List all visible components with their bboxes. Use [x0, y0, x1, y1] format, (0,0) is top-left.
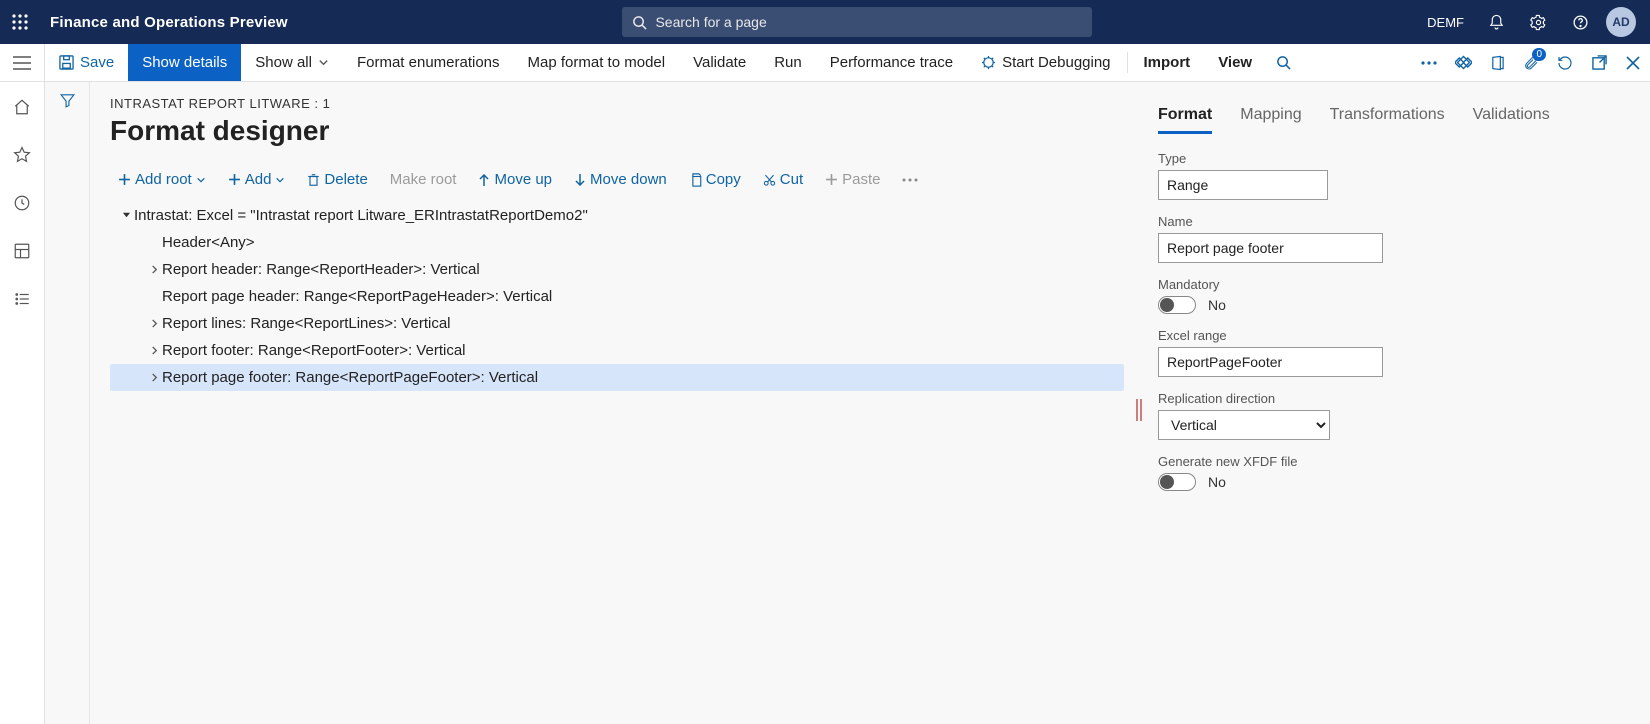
type-label: Type — [1158, 151, 1634, 166]
global-search-placeholder: Search for a page — [655, 14, 766, 30]
tree-row-label: Report page header: Range<ReportPageHead… — [162, 288, 552, 305]
tab-format[interactable]: Format — [1158, 100, 1212, 134]
name-label: Name — [1158, 214, 1634, 229]
overflow-icon[interactable] — [1412, 44, 1446, 81]
tree-row[interactable]: Report lines: Range<ReportLines>: Vertic… — [110, 310, 1124, 337]
map-format-to-model-button[interactable]: Map format to model — [514, 44, 680, 81]
tree-row-label: Intrastat: Excel = "Intrastat report Lit… — [134, 207, 588, 224]
global-header: Finance and Operations Preview Search fo… — [0, 0, 1650, 44]
make-root-button: Make root — [382, 167, 465, 192]
tree-row-label: Report lines: Range<ReportLines>: Vertic… — [162, 315, 451, 332]
type-field[interactable]: Range — [1158, 170, 1328, 200]
performance-trace-button[interactable]: Performance trace — [816, 44, 967, 81]
excel-range-field[interactable] — [1158, 347, 1383, 377]
diamond-icon[interactable] — [1446, 44, 1480, 81]
tree-row[interactable]: Intrastat: Excel = "Intrastat report Lit… — [110, 202, 1124, 229]
save-button[interactable]: Save — [45, 44, 128, 81]
tree-row-label: Header<Any> — [162, 234, 255, 251]
app-launcher-icon[interactable] — [0, 0, 40, 44]
show-all-button[interactable]: Show all — [241, 44, 343, 81]
bell-icon[interactable] — [1480, 0, 1512, 44]
name-field[interactable] — [1158, 233, 1383, 263]
refresh-icon[interactable] — [1548, 44, 1582, 81]
tree-row[interactable]: Report page header: Range<ReportPageHead… — [110, 283, 1124, 310]
tree-overflow-icon[interactable] — [894, 174, 926, 186]
command-bar: Save Show details Show all Format enumer… — [0, 44, 1650, 82]
caret-right-icon[interactable] — [146, 373, 162, 382]
import-button[interactable]: Import — [1130, 44, 1205, 81]
search-icon[interactable] — [1266, 44, 1300, 81]
left-nav-rail — [0, 82, 45, 724]
add-button[interactable]: Add — [220, 167, 294, 192]
copy-button[interactable]: Copy — [681, 167, 749, 192]
format-enumerations-button[interactable]: Format enumerations — [343, 44, 514, 81]
home-icon[interactable] — [7, 92, 37, 122]
xfdf-label: Generate new XFDF file — [1158, 454, 1634, 469]
close-icon[interactable] — [1616, 44, 1650, 81]
caret-right-icon[interactable] — [146, 265, 162, 274]
mandatory-value: No — [1208, 297, 1226, 313]
global-search[interactable]: Search for a page — [622, 7, 1092, 37]
caret-right-icon[interactable] — [146, 346, 162, 355]
tab-validations[interactable]: Validations — [1473, 100, 1550, 134]
header-actions: DEMF AD — [1427, 0, 1644, 44]
show-details-button[interactable]: Show details — [128, 44, 241, 81]
popout-icon[interactable] — [1582, 44, 1616, 81]
workspace-icon[interactable] — [7, 236, 37, 266]
add-root-button[interactable]: Add root — [110, 167, 214, 192]
caret-down-icon[interactable] — [118, 211, 134, 220]
tab-mapping[interactable]: Mapping — [1240, 100, 1301, 134]
tree-toolbar: Add root Add Delete Make root Move up Mo… — [110, 167, 1124, 192]
replication-direction-select[interactable]: Vertical — [1158, 410, 1330, 440]
caret-right-icon[interactable] — [146, 319, 162, 328]
app-title: Finance and Operations Preview — [50, 14, 288, 31]
mandatory-toggle[interactable] — [1158, 296, 1196, 314]
hamburger-icon[interactable] — [0, 44, 45, 81]
tab-transformations[interactable]: Transformations — [1330, 100, 1445, 134]
move-down-button[interactable]: Move down — [566, 167, 675, 192]
user-avatar[interactable]: AD — [1606, 7, 1636, 37]
help-icon[interactable] — [1564, 0, 1596, 44]
page-title: Format designer — [110, 115, 1124, 147]
replication-direction-label: Replication direction — [1158, 391, 1634, 406]
paste-button: Paste — [817, 167, 888, 192]
attachments-badge: 0 — [1532, 48, 1546, 61]
environment-label: DEMF — [1427, 15, 1464, 30]
pane-resize-handle[interactable] — [1134, 96, 1144, 724]
xfdf-value: No — [1208, 474, 1226, 490]
office-icon[interactable] — [1480, 44, 1514, 81]
breadcrumb: INTRASTAT REPORT LITWARE : 1 — [110, 96, 1124, 111]
excel-range-label: Excel range — [1158, 328, 1634, 343]
delete-button[interactable]: Delete — [299, 167, 375, 192]
tree-row[interactable]: Header<Any> — [110, 229, 1124, 256]
modules-icon[interactable] — [7, 284, 37, 314]
view-button[interactable]: View — [1204, 44, 1266, 81]
start-debugging-button[interactable]: Start Debugging — [967, 44, 1124, 81]
filter-icon[interactable] — [59, 92, 76, 724]
validate-button[interactable]: Validate — [679, 44, 760, 81]
filter-pane — [45, 82, 90, 724]
attachments-button[interactable]: 0 — [1514, 44, 1548, 81]
star-icon[interactable] — [7, 140, 37, 170]
tree-row-label: Report header: Range<ReportHeader>: Vert… — [162, 261, 480, 278]
xfdf-toggle[interactable] — [1158, 473, 1196, 491]
recent-icon[interactable] — [7, 188, 37, 218]
tree-row-label: Report page footer: Range<ReportPageFoot… — [162, 369, 538, 386]
tree-row-label: Report footer: Range<ReportFooter>: Vert… — [162, 342, 466, 359]
move-up-button[interactable]: Move up — [470, 167, 560, 192]
tree-row[interactable]: Report header: Range<ReportHeader>: Vert… — [110, 256, 1124, 283]
properties-pane: FormatMappingTransformationsValidations … — [1154, 96, 1634, 724]
property-tabs: Format Mapping Transformations Validations — [1158, 100, 1634, 135]
tree-row[interactable]: Report page footer: Range<ReportPageFoot… — [110, 364, 1124, 391]
format-tree: Intrastat: Excel = "Intrastat report Lit… — [110, 202, 1124, 391]
tree-row[interactable]: Report footer: Range<ReportFooter>: Vert… — [110, 337, 1124, 364]
gear-icon[interactable] — [1522, 0, 1554, 44]
cut-button[interactable]: Cut — [755, 167, 811, 192]
run-button[interactable]: Run — [760, 44, 816, 81]
mandatory-label: Mandatory — [1158, 277, 1634, 292]
